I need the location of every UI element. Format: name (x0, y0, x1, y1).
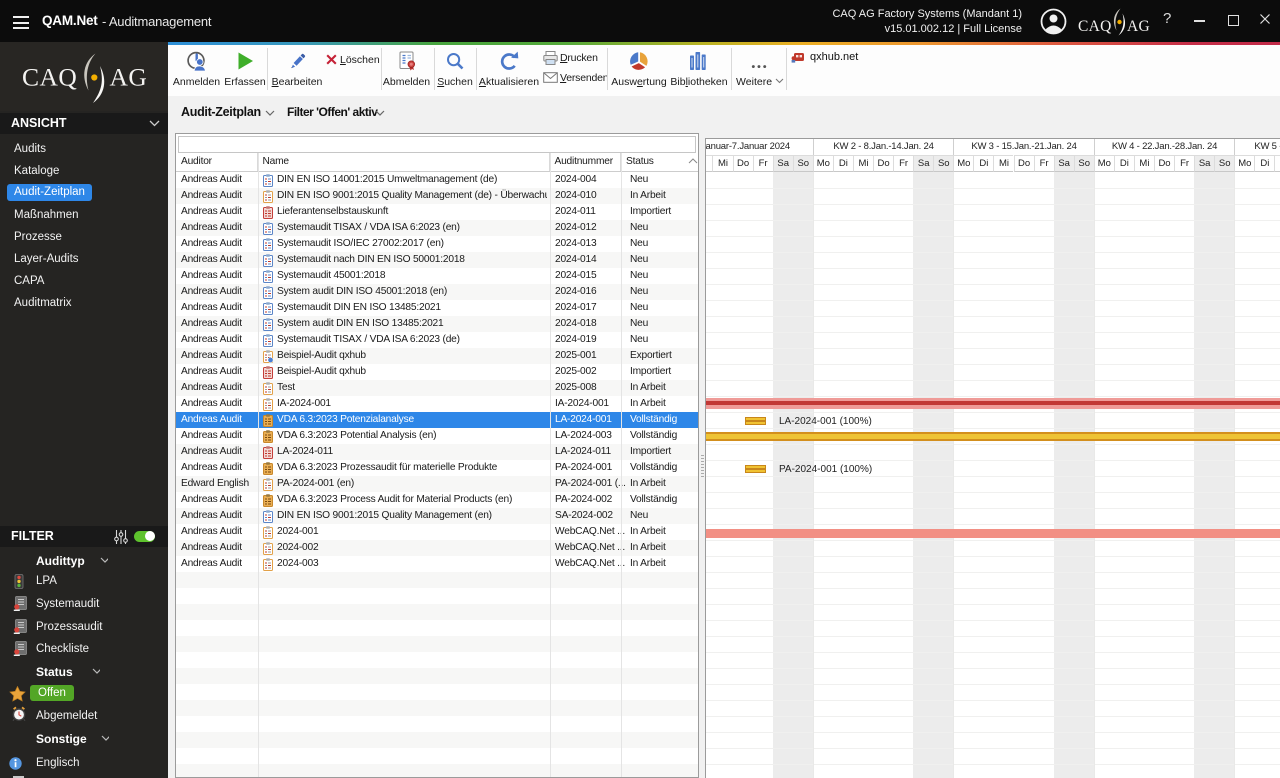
svg-text:CAQ: CAQ (22, 63, 77, 92)
svg-text:AG: AG (1127, 18, 1150, 35)
svg-text:CAQ: CAQ (1078, 18, 1112, 35)
svg-text:AG: AG (110, 63, 148, 92)
